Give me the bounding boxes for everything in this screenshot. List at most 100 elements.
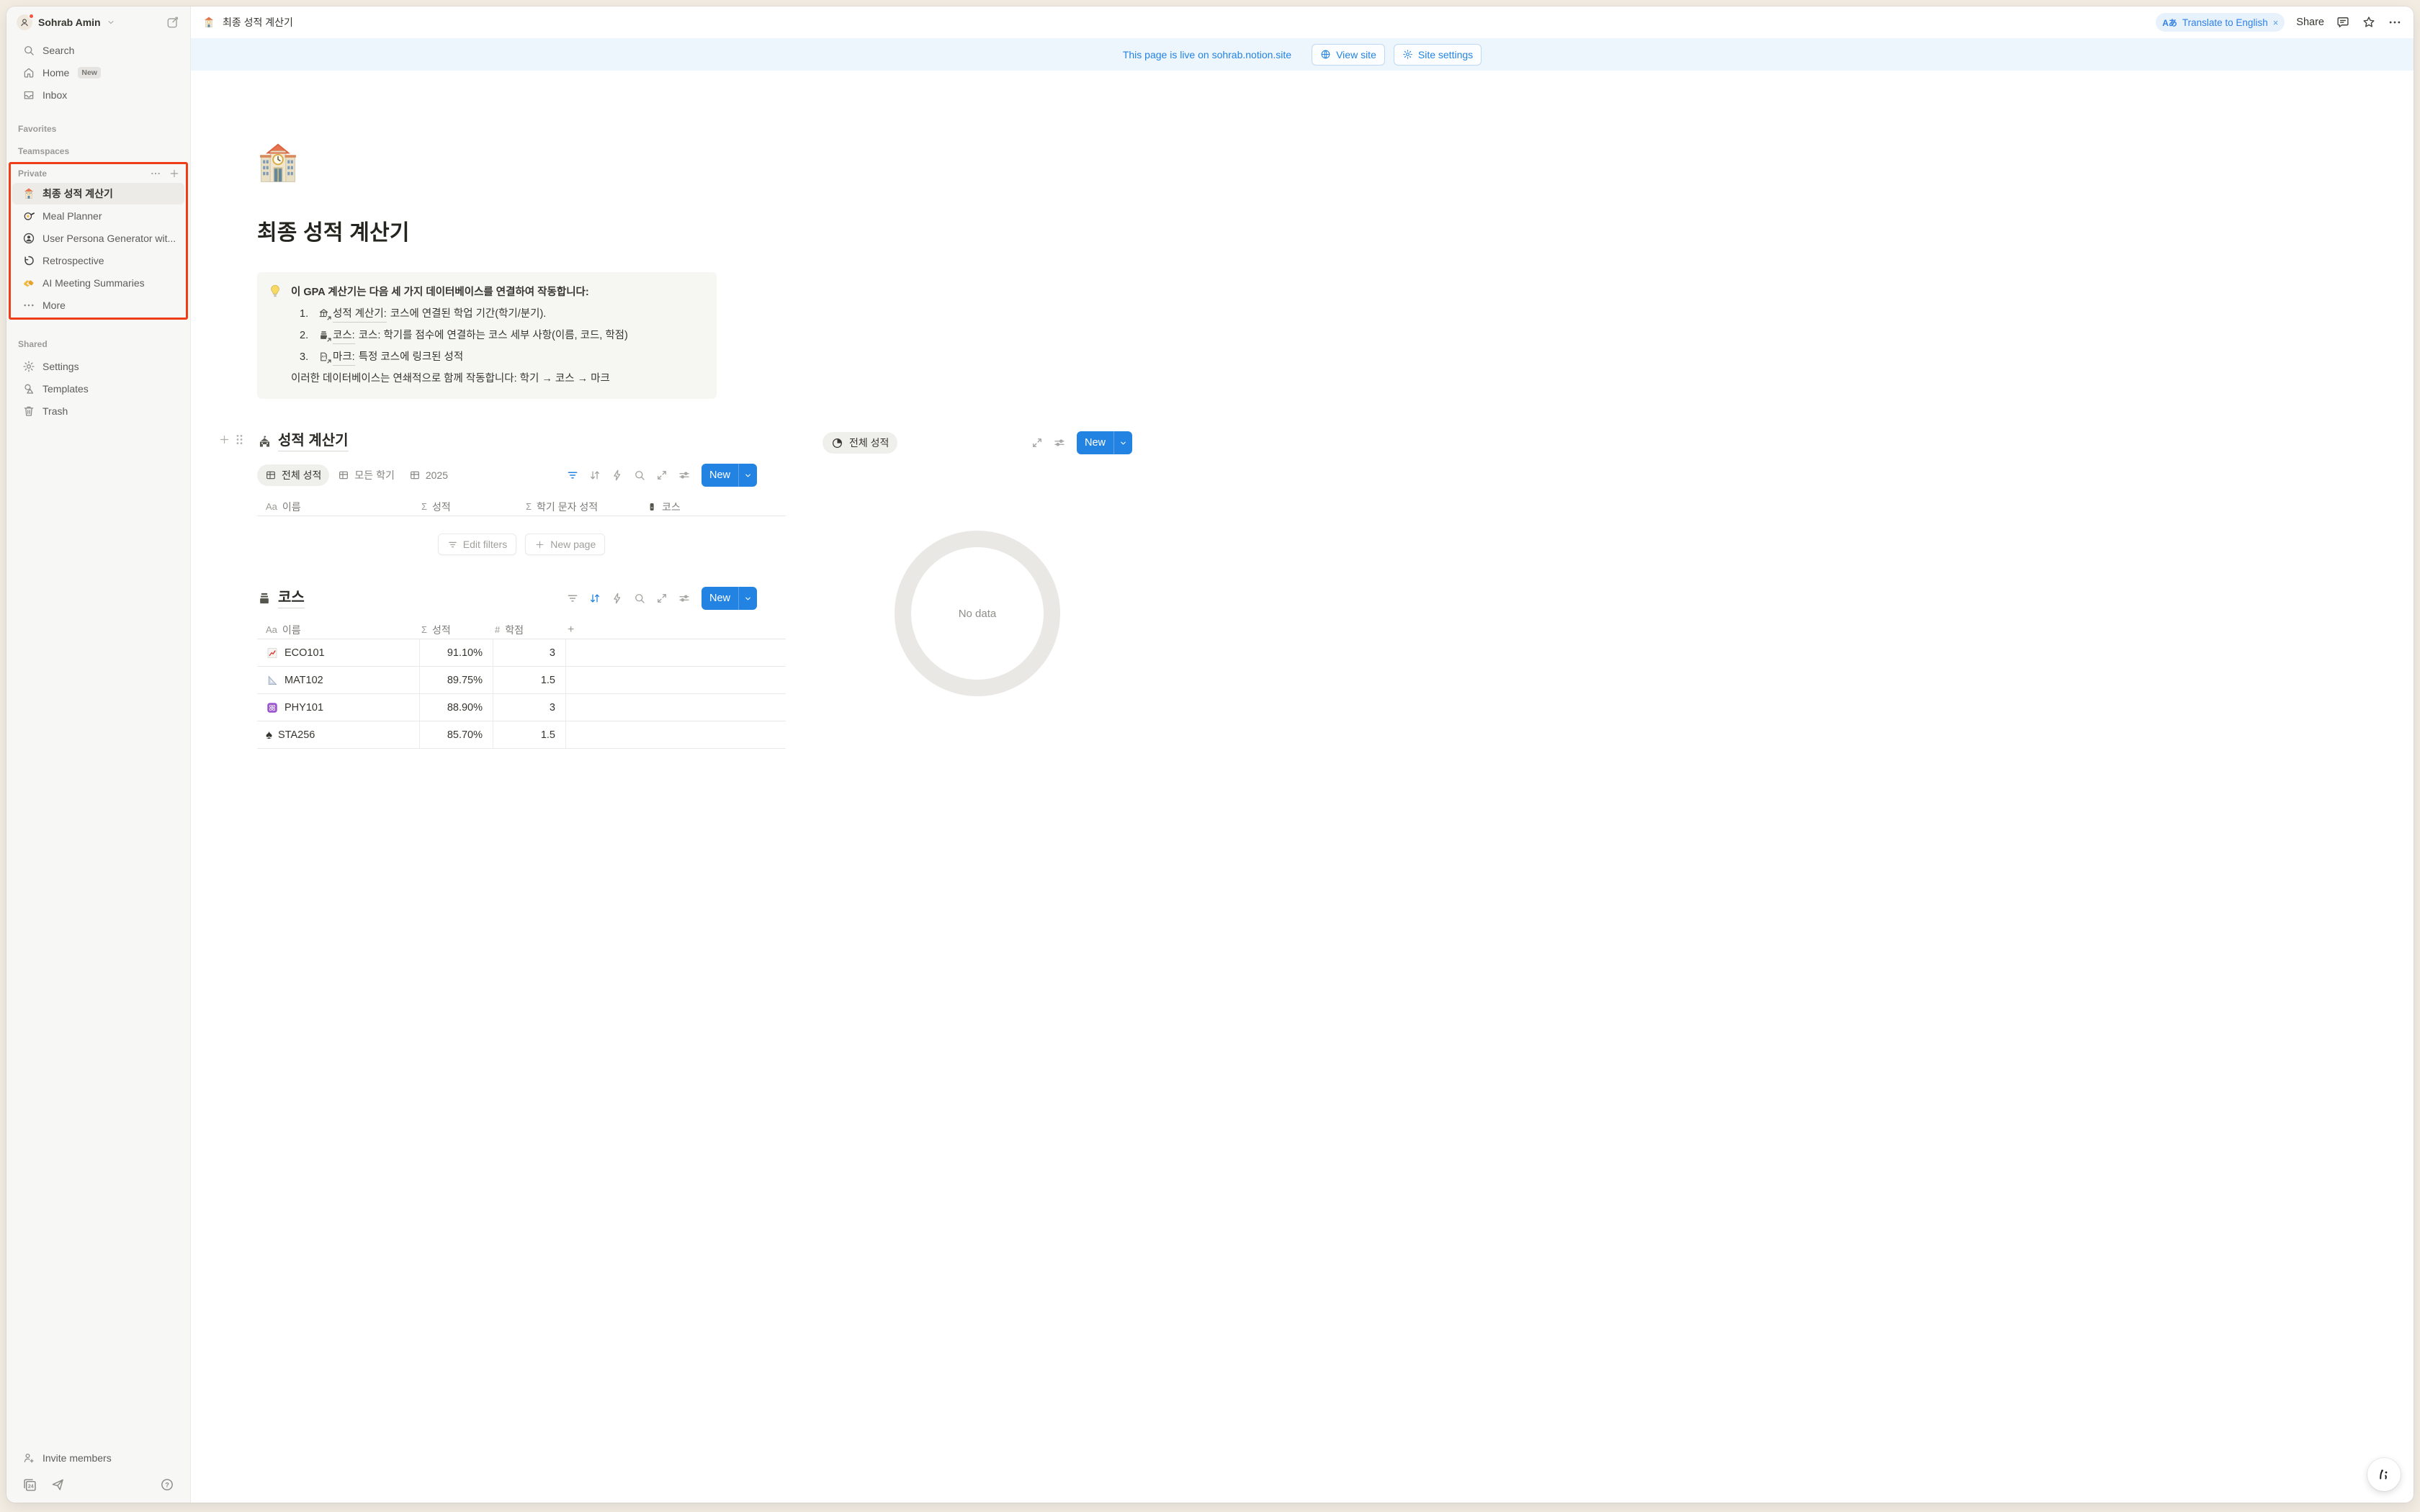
favorites-section-label[interactable]: Favorites [18, 124, 190, 134]
sidebar-item-home[interactable]: Home New [12, 62, 184, 84]
compose-icon[interactable] [166, 15, 180, 30]
table-row-sta256[interactable]: ♠ STA256 85.70% 1.5 [257, 721, 786, 749]
new-dropdown-caret[interactable] [738, 587, 757, 610]
new-row-button[interactable]: New [1077, 431, 1132, 454]
chevron-down-icon [107, 18, 115, 27]
new-row-button[interactable]: New [702, 464, 757, 487]
sidebar-item-meal-planner[interactable]: Meal Planner [12, 205, 184, 227]
more-options-icon[interactable] [2388, 15, 2402, 30]
table-row-phy101[interactable]: PHY101 88.90% 3 [257, 694, 786, 721]
dismiss-translate-icon[interactable]: × [2273, 17, 2279, 28]
tab-2025[interactable]: 2025 [403, 464, 454, 486]
expand-icon[interactable] [655, 592, 668, 605]
sidebar-item-ai-meeting-summaries[interactable]: AI Meeting Summaries [12, 272, 184, 294]
page-emoji-school[interactable] [257, 143, 299, 184]
courses-table-header: Aa이름 Σ성적 #학점 + [257, 621, 786, 639]
comments-icon[interactable] [2336, 15, 2350, 30]
sidebar-footer: 24 ? [12, 1474, 184, 1495]
notion-ai-button[interactable] [2367, 1458, 2401, 1491]
search-icon[interactable] [633, 592, 646, 605]
expand-icon[interactable] [1031, 436, 1044, 449]
sidebar-item-search[interactable]: Search [12, 40, 184, 61]
pie-chart-icon [831, 437, 843, 449]
drag-handle-icon[interactable] [235, 433, 244, 446]
gear-icon [22, 360, 35, 373]
new-dropdown-caret[interactable] [1113, 431, 1132, 454]
linked-db-title[interactable]: 코스 [278, 588, 305, 608]
new-dropdown-caret[interactable] [738, 464, 757, 487]
sidebar-item-trash[interactable]: Trash [12, 400, 184, 422]
help-icon[interactable]: ? [160, 1477, 174, 1492]
workspace-switcher[interactable]: Sohrab Amin [12, 12, 184, 33]
view-options-icon[interactable] [678, 469, 691, 482]
filter-icon[interactable] [566, 469, 579, 482]
svg-text:?: ? [165, 1481, 169, 1488]
new-page-button[interactable]: New page [525, 534, 605, 555]
column-grade[interactable]: Σ성적 [420, 623, 493, 637]
automations-icon[interactable] [611, 469, 624, 482]
avatar-face-icon [19, 17, 30, 27]
column-name[interactable]: Aa이름 [257, 623, 420, 637]
shared-section-label[interactable]: Shared [18, 339, 190, 349]
callout-list-item: 1. 성적 계산기: 코스에 연결된 학업 기간(학기/분기). [291, 303, 628, 325]
sidebar-item-retrospective[interactable]: Retrospective [12, 250, 184, 271]
callout-block[interactable]: 이 GPA 계산기는 다음 세 가지 데이터베이스를 연결하여 작동합니다: 1… [257, 272, 717, 399]
sidebar-item-inbox[interactable]: Inbox [12, 84, 184, 106]
share-button[interactable]: Share [2296, 17, 2324, 28]
column-credits[interactable]: #학점 [493, 623, 566, 637]
mention-grade-calculator[interactable]: 성적 계산기: [318, 306, 387, 323]
svg-text:24: 24 [28, 1484, 34, 1489]
mention-marks[interactable]: A+ 마크: [318, 349, 355, 366]
add-page-icon[interactable] [169, 168, 180, 179]
sort-icon[interactable] [588, 469, 601, 482]
view-options-icon[interactable] [678, 592, 691, 605]
private-section-header[interactable]: Private [6, 165, 190, 182]
favorite-star-icon[interactable] [2362, 15, 2376, 30]
view-options-icon[interactable] [1053, 436, 1066, 449]
callout-list-item: 2. 코스: 코스: 학기를 점수에 연결하는 코스 세부 사항(이름, 코드,… [291, 325, 628, 346]
handshake-emoji [22, 276, 35, 289]
add-column-button[interactable]: + [566, 624, 786, 636]
page-title[interactable]: 최종 성적 계산기 [257, 215, 2414, 246]
svg-text:A+: A+ [321, 354, 326, 358]
expand-icon[interactable] [655, 469, 668, 482]
tab-all-grades[interactable]: 전체 성적 [257, 464, 329, 486]
sidebar-item-settings[interactable]: Settings [12, 356, 184, 377]
breadcrumb-title[interactable]: 최종 성적 계산기 [223, 15, 293, 30]
more-icon[interactable] [150, 168, 161, 179]
overall-grade-chart-section: 전체 성적 New No data [823, 431, 1132, 749]
chart-view-pill[interactable]: 전체 성적 [823, 432, 897, 454]
column-name[interactable]: Aa이름 [257, 500, 420, 514]
notion-window: Sohrab Amin Search Home New Inbox Favori… [6, 6, 2414, 1503]
sort-icon[interactable] [588, 592, 601, 605]
site-settings-button[interactable]: Site settings [1394, 44, 1482, 66]
sidebar-item-user-persona[interactable]: User Persona Generator wit... [12, 228, 184, 249]
view-site-button[interactable]: View site [1312, 44, 1385, 66]
table-view-icon [338, 469, 349, 481]
mention-courses[interactable]: 코스: [318, 328, 355, 344]
home-icon [22, 66, 35, 79]
tab-all-semesters[interactable]: 모든 학기 [332, 464, 400, 486]
translate-pill[interactable]: Aあ Translate to English × [2156, 13, 2285, 32]
edit-filters-button[interactable]: Edit filters [438, 534, 516, 555]
teamspaces-section-label[interactable]: Teamspaces [18, 146, 190, 156]
column-semester-letter-grade[interactable]: Σ학기 문자 성적 [524, 500, 645, 514]
invite-members-button[interactable]: Invite members [12, 1447, 184, 1469]
linked-db-title[interactable]: 성적 계산기 [278, 431, 349, 451]
automations-icon[interactable] [611, 592, 624, 605]
column-grade[interactable]: Σ성적 [420, 500, 524, 514]
private-section: Private 최종 성적 계산기 Meal Planner User Pers… [6, 165, 190, 320]
sidebar-item-more[interactable]: More [12, 294, 184, 316]
filter-icon[interactable] [566, 592, 579, 605]
new-row-button[interactable]: New [702, 587, 757, 610]
table-row-eco101[interactable]: ECO101 91.10% 3 [257, 639, 786, 667]
paper-plane-icon[interactable] [50, 1477, 65, 1492]
calendar-icon[interactable]: 24 [22, 1477, 37, 1493]
search-icon[interactable] [633, 469, 646, 482]
sidebar-item-templates[interactable]: Templates [12, 378, 184, 400]
sidebar-item-grade-calculator[interactable]: 최종 성적 계산기 [12, 183, 184, 204]
column-course[interactable]: 코스 [645, 500, 786, 514]
add-block-icon[interactable] [218, 433, 230, 446]
table-row-mat102[interactable]: MAT102 89.75% 1.5 [257, 667, 786, 694]
topbar: 최종 성적 계산기 Aあ Translate to English × Shar… [191, 6, 2414, 38]
